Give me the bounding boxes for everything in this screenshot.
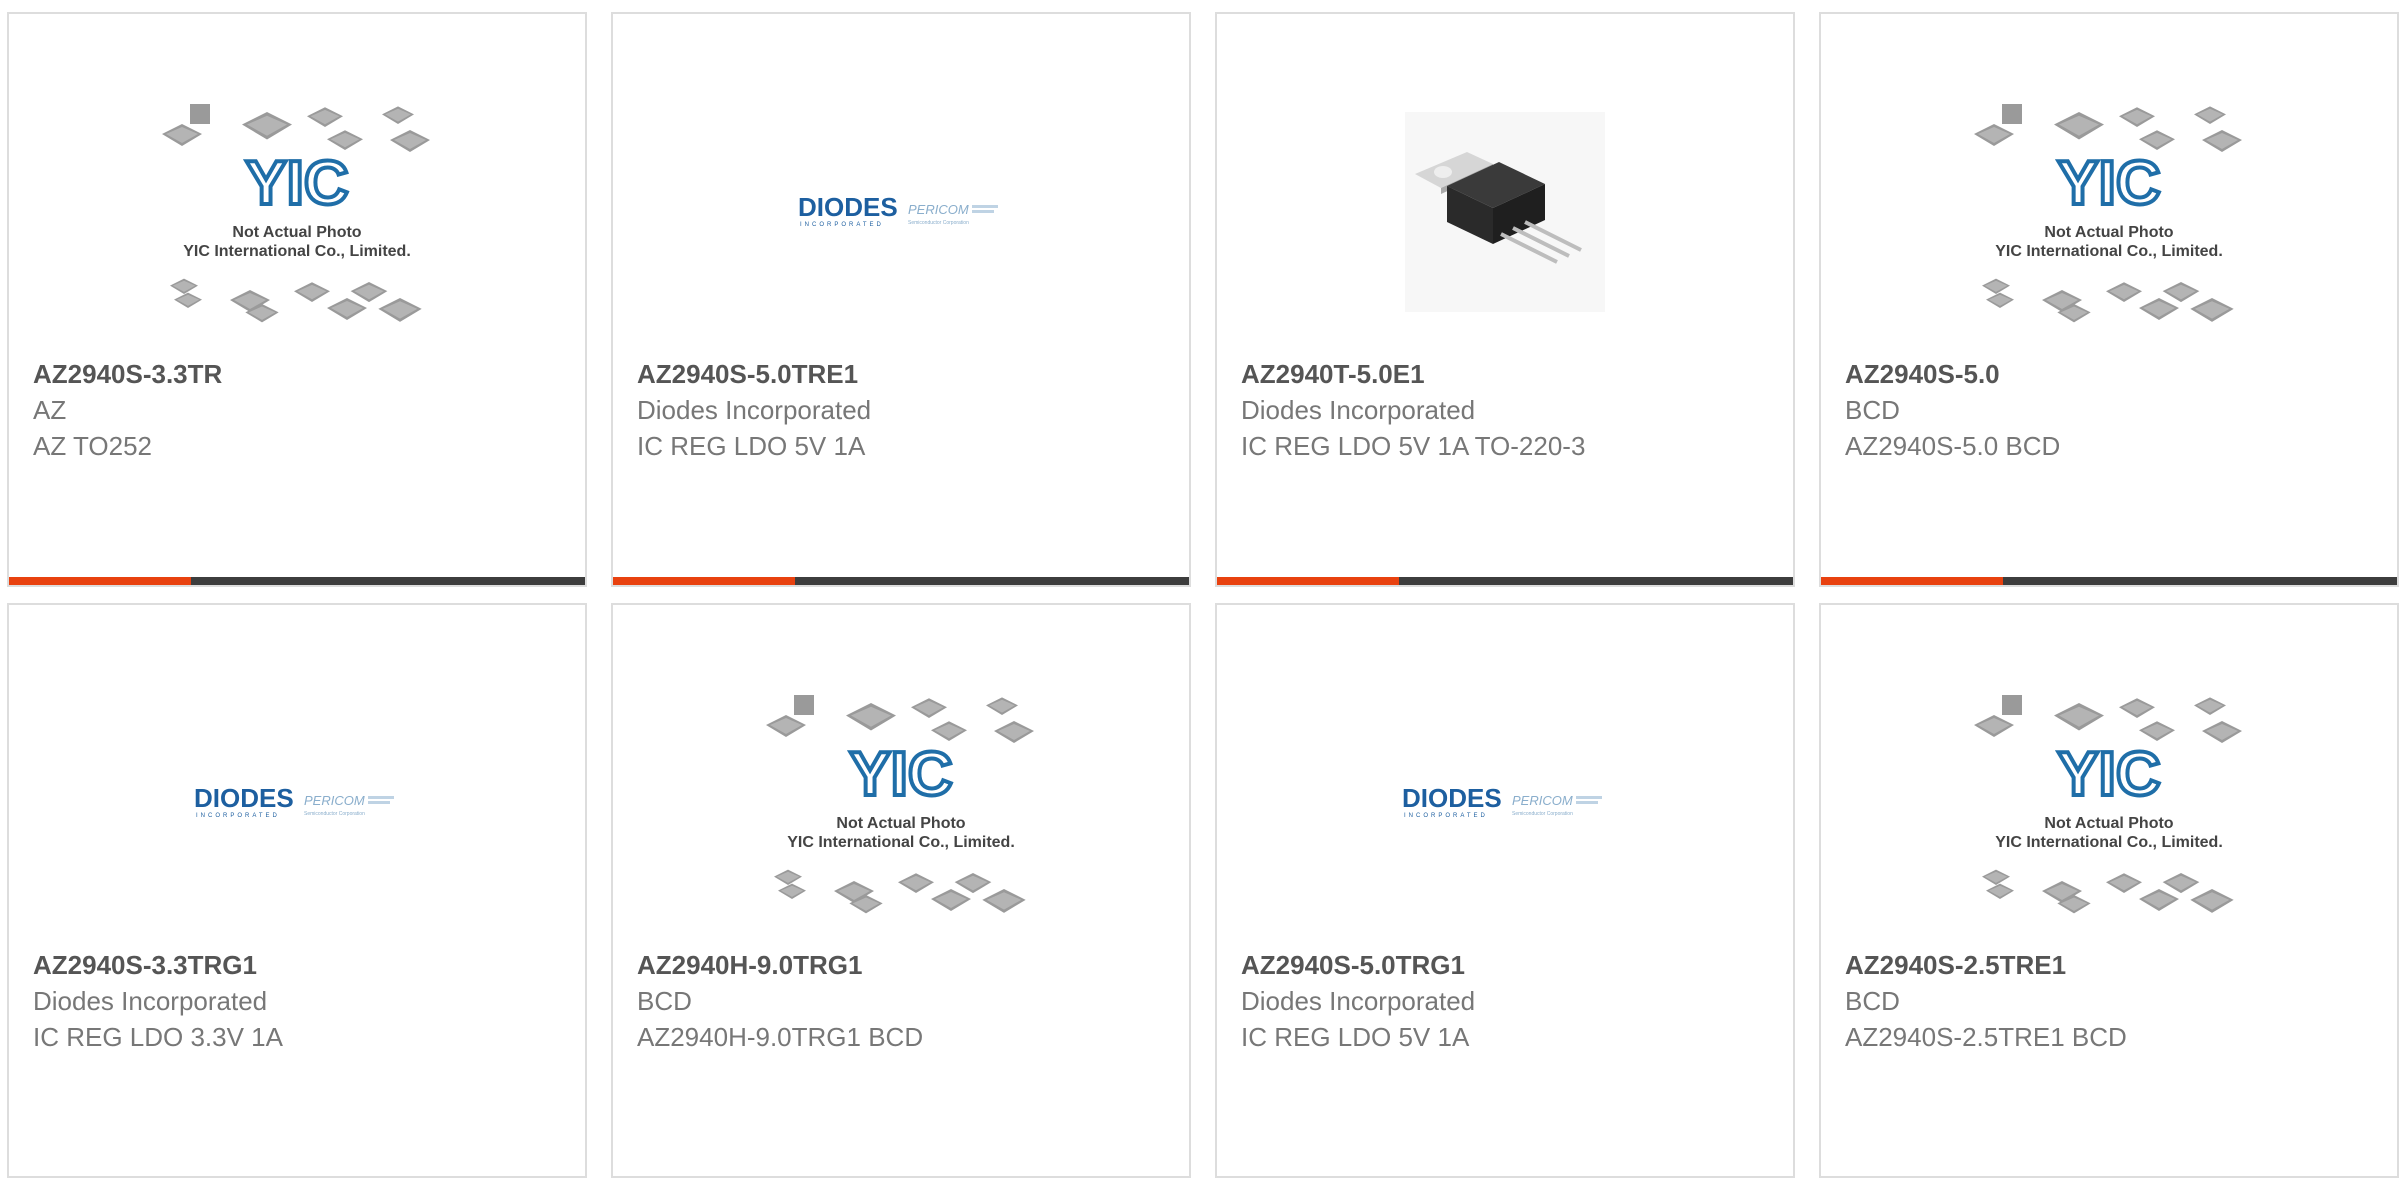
card-accent-bar	[1217, 577, 1399, 585]
product-image: YIC Not Actual Photo YIC International C…	[1821, 62, 2397, 362]
placeholder-line1: Not Actual Photo	[232, 224, 361, 241]
placeholder-line2: YIC International Co., Limited.	[1995, 834, 2223, 851]
yic-logo: YIC	[2057, 740, 2160, 809]
diodes-logo: DIODES INCORPORATED PERICOM Semiconducto…	[798, 192, 998, 228]
placeholder-line2: YIC International Co., Limited.	[787, 834, 1015, 851]
product-description: IC REG LDO 5V 1A TO-220-3	[1241, 431, 1586, 461]
card-footer-bar	[1821, 577, 2397, 585]
product-card[interactable]: YIC Not Actual Photo YIC International C…	[1819, 12, 2399, 587]
product-description: AZ2940S-5.0 BCD	[1845, 431, 2061, 461]
part-number[interactable]: AZ2940S-3.3TRG1	[33, 947, 569, 983]
card-accent-bar	[9, 577, 191, 585]
placeholder-line2: YIC International Co., Limited.	[183, 243, 411, 260]
product-info: AZ2940S-5.0TRE1 Diodes Incorporated IC R…	[637, 356, 1173, 464]
product-card[interactable]: DIODES INCORPORATED PERICOM Semiconducto…	[1215, 603, 1795, 1178]
product-description: AZ TO252	[33, 431, 152, 461]
part-number[interactable]: AZ2940S-3.3TR	[33, 356, 569, 392]
card-footer-bar	[1217, 577, 1793, 585]
manufacturer: Diodes Incorporated	[1241, 395, 1476, 425]
diodes-logo: DIODES INCORPORATED PERICOM Semiconducto…	[194, 783, 394, 819]
diodes-logo-tagline: INCORPORATED	[1404, 813, 1488, 819]
product-card[interactable]: DIODES INCORPORATED PERICOM Semiconducto…	[7, 603, 587, 1178]
manufacturer: BCD	[1845, 986, 1900, 1016]
product-card[interactable]: YIC Not Actual Photo YIC International C…	[7, 12, 587, 587]
pericom-logo-text: PERICOM	[908, 202, 969, 217]
product-card[interactable]: YIC Not Actual Photo YIC International C…	[611, 603, 1191, 1178]
part-number[interactable]: AZ2940S-5.0TRE1	[637, 356, 1173, 392]
diodes-logo-tagline: INCORPORATED	[800, 222, 884, 228]
diodes-logo-text: DIODES	[1402, 783, 1502, 813]
yic-logo: YIC	[245, 149, 348, 218]
product-info: AZ2940S-2.5TRE1 BCD AZ2940S-2.5TRE1 BCD	[1845, 947, 2381, 1055]
diodes-logo-text: DIODES	[194, 783, 294, 813]
part-number[interactable]: AZ2940S-5.0TRG1	[1241, 947, 1777, 983]
pericom-logo-tagline: Semiconductor Corporation	[304, 811, 365, 817]
part-number[interactable]: AZ2940S-5.0	[1845, 356, 2381, 392]
product-info: AZ2940T-5.0E1 Diodes Incorporated IC REG…	[1241, 356, 1777, 464]
product-image: DIODES INCORPORATED PERICOM Semiconducto…	[1217, 653, 1793, 953]
not-actual-photo-placeholder: YIC Not Actual Photo YIC International C…	[162, 104, 430, 323]
product-description: IC REG LDO 3.3V 1A	[33, 1022, 283, 1052]
part-number[interactable]: AZ2940H-9.0TRG1	[637, 947, 1173, 983]
manufacturer: Diodes Incorporated	[637, 395, 872, 425]
manufacturer: AZ	[33, 395, 67, 425]
manufacturer: Diodes Incorporated	[1241, 986, 1476, 1016]
product-info: AZ2940S-5.0TRG1 Diodes Incorporated IC R…	[1241, 947, 1777, 1055]
diodes-logo-tagline: INCORPORATED	[196, 813, 280, 819]
card-accent-bar	[613, 577, 795, 585]
card-footer-bar	[613, 577, 1189, 585]
manufacturer: Diodes Incorporated	[33, 986, 268, 1016]
placeholder-line1: Not Actual Photo	[2044, 224, 2173, 241]
product-card[interactable]: DIODES INCORPORATED PERICOM Semiconducto…	[611, 12, 1191, 587]
product-image: DIODES INCORPORATED PERICOM Semiconducto…	[9, 653, 585, 953]
pericom-logo-text: PERICOM	[304, 793, 365, 808]
pericom-logo-text: PERICOM	[1512, 793, 1573, 808]
product-info: AZ2940S-5.0 BCD AZ2940S-5.0 BCD	[1845, 356, 2381, 464]
not-actual-photo-placeholder: YIC Not Actual Photo YIC International C…	[766, 695, 1034, 914]
product-grid: YIC Not Actual Photo YIC International C…	[7, 12, 2399, 1178]
yic-logo: YIC	[849, 740, 952, 809]
card-accent-bar	[1821, 577, 2003, 585]
yic-logo: YIC	[2057, 149, 2160, 218]
product-card[interactable]: AZ2940T-5.0E1 Diodes Incorporated IC REG…	[1215, 12, 1795, 587]
product-info: AZ2940S-3.3TR AZ AZ TO252	[33, 356, 569, 464]
product-image: YIC Not Actual Photo YIC International C…	[1821, 653, 2397, 953]
pericom-logo-tagline: Semiconductor Corporation	[908, 220, 969, 226]
product-image: DIODES INCORPORATED PERICOM Semiconducto…	[613, 62, 1189, 362]
to220-package-photo	[1405, 112, 1605, 312]
placeholder-line1: Not Actual Photo	[2044, 815, 2173, 832]
product-image	[1217, 62, 1793, 362]
not-actual-photo-placeholder: YIC Not Actual Photo YIC International C…	[1974, 695, 2242, 914]
product-description: IC REG LDO 5V 1A	[1241, 1022, 1470, 1052]
product-description: IC REG LDO 5V 1A	[637, 431, 866, 461]
product-info: AZ2940H-9.0TRG1 BCD AZ2940H-9.0TRG1 BCD	[637, 947, 1173, 1055]
product-card[interactable]: YIC Not Actual Photo YIC International C…	[1819, 603, 2399, 1178]
product-image: YIC Not Actual Photo YIC International C…	[9, 62, 585, 362]
placeholder-line1: Not Actual Photo	[836, 815, 965, 832]
manufacturer: BCD	[637, 986, 692, 1016]
product-description: AZ2940H-9.0TRG1 BCD	[637, 1022, 924, 1052]
part-number[interactable]: AZ2940T-5.0E1	[1241, 356, 1777, 392]
diodes-logo-text: DIODES	[798, 192, 898, 222]
card-footer-bar	[9, 577, 585, 585]
placeholder-line2: YIC International Co., Limited.	[1995, 243, 2223, 260]
product-image: YIC Not Actual Photo YIC International C…	[613, 653, 1189, 953]
diodes-logo: DIODES INCORPORATED PERICOM Semiconducto…	[1402, 783, 1602, 819]
part-number[interactable]: AZ2940S-2.5TRE1	[1845, 947, 2381, 983]
pericom-logo-tagline: Semiconductor Corporation	[1512, 811, 1573, 817]
not-actual-photo-placeholder: YIC Not Actual Photo YIC International C…	[1974, 104, 2242, 323]
product-description: AZ2940S-2.5TRE1 BCD	[1845, 1022, 2127, 1052]
manufacturer: BCD	[1845, 395, 1900, 425]
product-info: AZ2940S-3.3TRG1 Diodes Incorporated IC R…	[33, 947, 569, 1055]
